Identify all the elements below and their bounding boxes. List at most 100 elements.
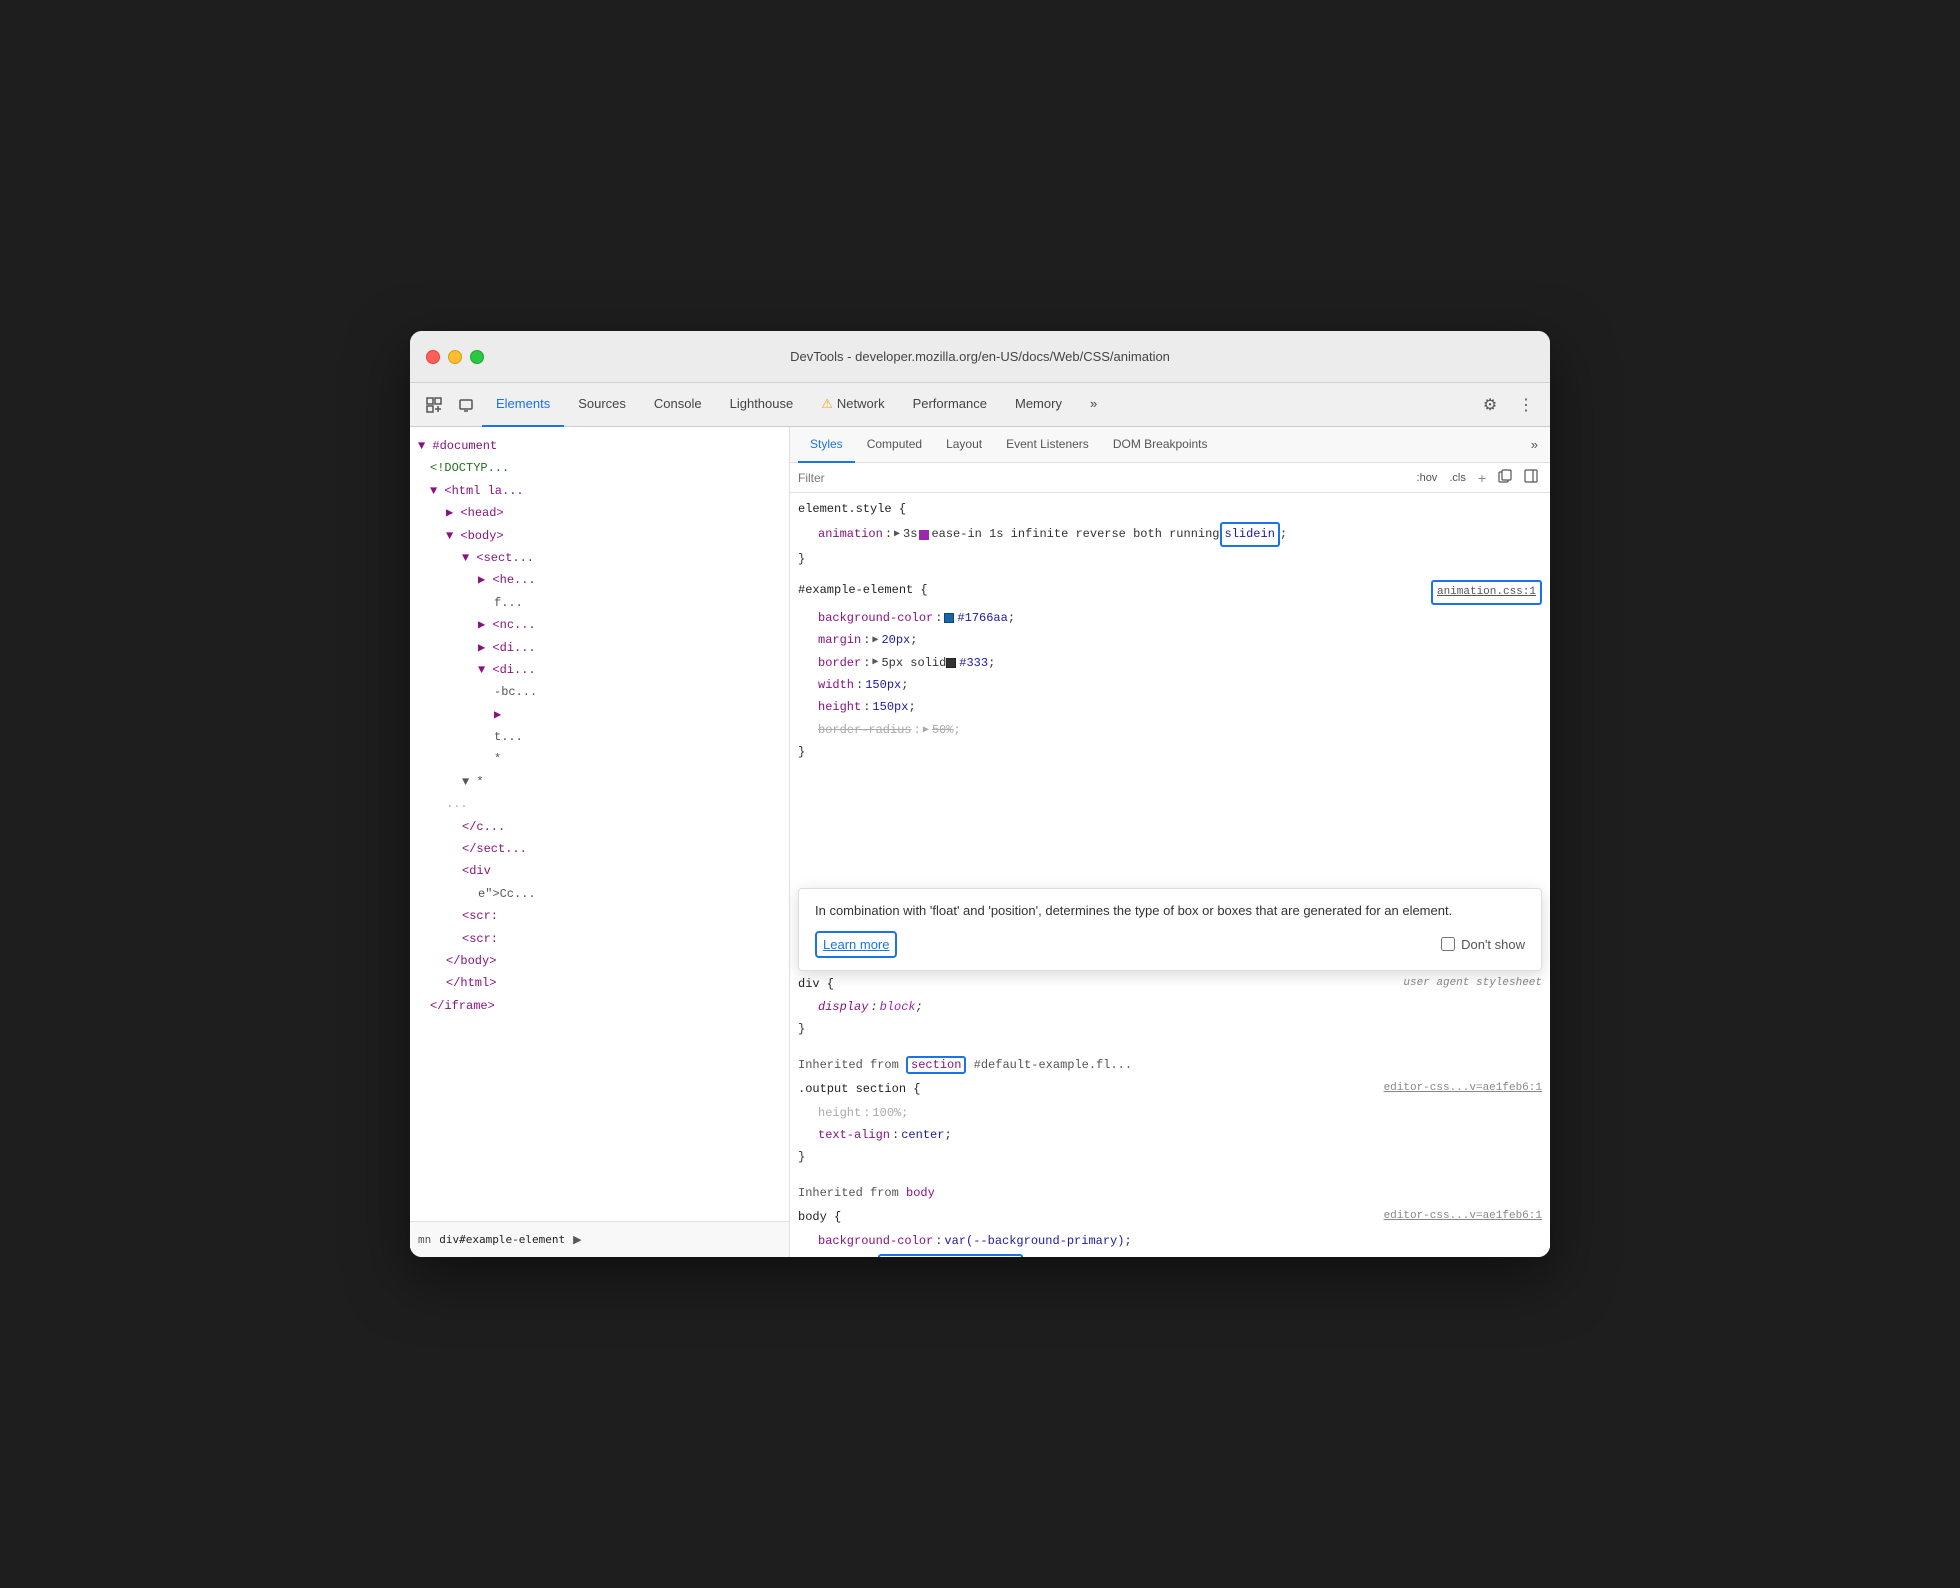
inspect-icon[interactable] (418, 389, 450, 421)
margin-expand[interactable]: ▶ (872, 632, 878, 649)
copy-styles-icon[interactable] (1494, 467, 1516, 488)
titlebar: DevTools - developer.mozilla.org/en-US/d… (410, 331, 1550, 383)
settings-icon[interactable]: ⚙ (1474, 389, 1506, 421)
animation-duration: 3s (903, 524, 917, 544)
tab-console[interactable]: Console (640, 383, 716, 427)
animation-css-source[interactable]: animation.css:1 (1431, 580, 1542, 605)
dom-line[interactable]: </sect... (410, 838, 789, 860)
minimize-button[interactable] (448, 350, 462, 364)
tab-performance[interactable]: Performance (899, 383, 1001, 427)
toggle-sidebar-icon[interactable] (1520, 467, 1542, 488)
dom-line[interactable]: </c... (410, 816, 789, 838)
dom-line[interactable]: <!DOCTYP... (410, 457, 789, 479)
tab-more[interactable]: » (1076, 383, 1111, 427)
tab-computed[interactable]: Computed (855, 427, 934, 463)
border-expand[interactable]: ▶ (872, 654, 878, 671)
inherited-body-tag[interactable]: body (906, 1186, 935, 1200)
dom-line[interactable]: <div (410, 860, 789, 882)
dom-line[interactable]: </body> (410, 950, 789, 972)
dom-line[interactable]: ▼ * (410, 771, 789, 793)
bg-color-value: #1766aa (957, 608, 1007, 628)
border-color-swatch[interactable] (946, 658, 956, 668)
body-color-value-wrap: var(--text-primary) (878, 1253, 1023, 1257)
learn-more-link[interactable]: Learn more (815, 931, 897, 959)
element-style-block: element.style { animation : ▶ 3s ease-in… (790, 493, 1550, 574)
dom-line[interactable]: -bc... (410, 681, 789, 703)
filter-bar: :hov .cls + (790, 463, 1550, 493)
tab-network[interactable]: ⚠ Network (807, 383, 898, 427)
dom-line[interactable]: <scr: (410, 905, 789, 927)
inherited-section-rest: #default-example.fl... (974, 1058, 1132, 1072)
dom-line[interactable]: ▼ <html la... (410, 480, 789, 502)
breadcrumb-next-icon[interactable]: ▶ (573, 1233, 581, 1246)
styles-more-icon[interactable]: » (1527, 433, 1542, 456)
styles-content: element.style { animation : ▶ 3s ease-in… (790, 493, 1550, 1257)
tab-layout[interactable]: Layout (934, 427, 994, 463)
dom-line[interactable]: ... (410, 793, 789, 815)
dom-line[interactable]: ▼ <body> (410, 525, 789, 547)
display-value: block (880, 997, 916, 1017)
div-ua-header: div { user agent stylesheet (790, 972, 1550, 996)
inherited-section-tag[interactable]: section (906, 1056, 966, 1074)
dom-line[interactable]: ▶ <di... (410, 637, 789, 659)
animation-name-value: slidein (1220, 522, 1280, 546)
dom-line[interactable]: ▼ #document (410, 435, 789, 457)
tab-elements[interactable]: Elements (482, 383, 564, 427)
width-value: 150px (865, 675, 901, 695)
body-source[interactable]: editor-css...v=ae1feb6:1 (1384, 1207, 1542, 1226)
bg-color-swatch[interactable] (944, 613, 954, 623)
body-color-line: color : var(--text-primary) ; (790, 1252, 1550, 1257)
dont-show-checkbox[interactable] (1441, 937, 1455, 951)
filter-input[interactable] (798, 471, 1409, 485)
devtools-tabbar: Elements Sources Console Lighthouse ⚠ Ne… (410, 383, 1550, 427)
dom-line[interactable]: ▶ (410, 704, 789, 726)
output-section-source[interactable]: editor-css...v=ae1feb6:1 (1384, 1079, 1542, 1098)
margin-value: 20px (881, 630, 910, 650)
hov-button[interactable]: :hov (1413, 470, 1442, 486)
dom-tree: ▼ #document <!DOCTYP... ▼ <html la... ▶ … (410, 427, 789, 1221)
dom-line[interactable]: e">Cc... (410, 883, 789, 905)
inherited-body-header: Inherited from body (790, 1177, 1550, 1205)
tab-lighthouse[interactable]: Lighthouse (716, 383, 808, 427)
dom-line[interactable]: ▶ <he... (410, 569, 789, 591)
border-radius-expand[interactable]: ▶ (923, 722, 929, 739)
tab-sources[interactable]: Sources (564, 383, 640, 427)
text-align-line: text-align : center ; (790, 1124, 1550, 1146)
tooltip-footer: Learn more Don't show (815, 931, 1525, 959)
cls-button[interactable]: .cls (1445, 470, 1470, 486)
tooltip-text: In combination with 'float' and 'positio… (815, 901, 1525, 921)
add-rule-icon[interactable]: + (1474, 468, 1490, 488)
tab-dom-breakpoints[interactable]: DOM Breakpoints (1101, 427, 1220, 463)
dom-line[interactable]: f... (410, 592, 789, 614)
dom-line[interactable]: ▼ <di... (410, 659, 789, 681)
tab-styles[interactable]: Styles (798, 427, 855, 463)
more-icon[interactable]: ⋮ (1510, 389, 1542, 421)
breadcrumb-element[interactable]: div#example-element (439, 1233, 565, 1246)
devtools-window: DevTools - developer.mozilla.org/en-US/d… (410, 331, 1550, 1257)
device-icon[interactable] (450, 389, 482, 421)
close-button[interactable] (426, 350, 440, 364)
animation-expand[interactable]: ▶ (894, 526, 900, 543)
dom-line[interactable]: </iframe> (410, 995, 789, 1017)
dom-line[interactable]: <scr: (410, 928, 789, 950)
div-user-agent-block: div { user agent stylesheet display : bl… (790, 968, 1550, 1045)
dom-line[interactable]: t... (410, 726, 789, 748)
breadcrumb-mn[interactable]: mn (418, 1233, 431, 1246)
border-color-value: #333 (959, 653, 988, 673)
output-section-close: } (790, 1146, 1550, 1168)
output-section-selector: .output section { (798, 1079, 920, 1099)
animation-color-swatch[interactable] (919, 530, 929, 540)
display-line: display : block ; (790, 996, 1550, 1018)
tab-memory[interactable]: Memory (1001, 383, 1076, 427)
element-style-header: element.style { (790, 497, 1550, 521)
dom-line[interactable]: ▶ <head> (410, 502, 789, 524)
tab-event-listeners[interactable]: Event Listeners (994, 427, 1101, 463)
dom-line[interactable]: ▶ <nc... (410, 614, 789, 636)
maximize-button[interactable] (470, 350, 484, 364)
animation-prop-line: animation : ▶ 3s ease-in 1s infinite rev… (790, 521, 1550, 547)
dom-line[interactable]: ▼ <sect... (410, 547, 789, 569)
dom-line[interactable]: </html> (410, 972, 789, 994)
tab-network-label: Network (837, 396, 885, 411)
example-element-block: #example-element { animation.css:1 backg… (790, 574, 1550, 767)
dom-line[interactable]: * (410, 748, 789, 770)
